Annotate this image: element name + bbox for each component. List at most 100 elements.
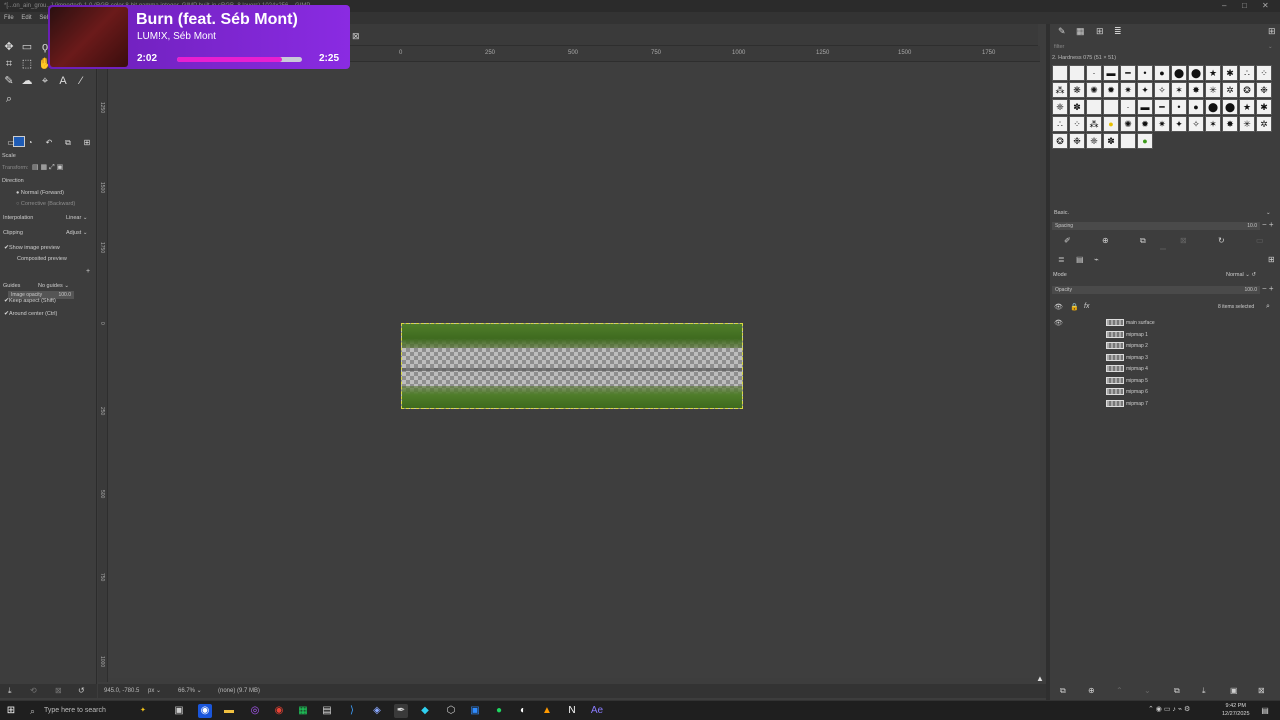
brush-swatch[interactable]: ▬ (1137, 99, 1153, 115)
eye-icon[interactable]: 👁 (1054, 303, 1063, 311)
file-explorer-icon[interactable]: ▬ (222, 704, 236, 718)
save-options-icon[interactable]: ⤓ (8, 686, 12, 696)
restore-icon[interactable]: ⟲ (30, 686, 37, 695)
lock-icon[interactable]: 🔒 (1070, 303, 1079, 311)
brush-swatch[interactable]: ✸ (1222, 116, 1238, 132)
direction-normal-radio[interactable]: ● Normal (Forward) (16, 190, 64, 196)
image-canvas[interactable] (401, 323, 743, 409)
document-history-tab-icon[interactable]: ≣ (1114, 26, 1122, 37)
brush-swatch[interactable]: ▬ (1103, 65, 1119, 81)
patterns-tab-icon[interactable]: ▦ (1076, 26, 1085, 37)
obs-icon[interactable]: ◎ (248, 704, 262, 718)
open-as-image-icon[interactable]: ▭ (1256, 236, 1264, 245)
brush-swatch[interactable]: ● (1188, 99, 1204, 115)
brush-swatch[interactable]: ✧ (1188, 116, 1204, 132)
device-status-tab-icon[interactable]: ◔ (23, 136, 37, 150)
smudge-icon[interactable]: ☁ (20, 74, 34, 88)
delete-icon[interactable]: ⊠ (55, 686, 62, 695)
brush-swatch[interactable]: ✱ (1256, 99, 1272, 115)
tool-options-tab-icon[interactable]: ▭ (4, 136, 18, 150)
brush-swatch[interactable]: ✶ (1205, 116, 1221, 132)
fonts-tab-icon[interactable]: ⊞ (1096, 26, 1104, 37)
minimize-button[interactable]: – (1222, 0, 1226, 12)
direction-corrective-radio[interactable]: ○ Corrective (Backward) (16, 201, 75, 207)
media-overlay[interactable]: Burn (feat. Séb Mont) LUM!X, Séb Mont 2:… (48, 5, 350, 69)
notepad-icon[interactable]: ▤ (320, 704, 334, 718)
raise-layer-icon[interactable]: ⌃ (1116, 686, 1123, 695)
visual-studio-icon[interactable]: ◈ (370, 704, 384, 718)
system-tray[interactable]: ⌃ ◉ ▭ ♪ ⌁ ⚙ (1148, 705, 1190, 713)
undo-history-tab-icon[interactable]: ↶ (42, 136, 56, 150)
brush-swatch[interactable]: ● (1137, 133, 1153, 149)
delete-layer-icon[interactable]: ⊠ (1258, 686, 1265, 695)
brush-swatch[interactable] (1052, 65, 1068, 81)
brush-swatch[interactable]: ★ (1205, 65, 1221, 81)
opacity-slider[interactable]: Opacity 100.0 (1052, 286, 1260, 294)
brush-swatch[interactable] (1086, 99, 1102, 115)
refresh-brushes-icon[interactable]: ↻ (1218, 236, 1225, 245)
zoom-select[interactable]: 66.7% ⌄ (178, 684, 202, 698)
brush-swatch[interactable]: ● (1154, 65, 1170, 81)
lower-layer-icon[interactable]: ⌄ (1144, 686, 1151, 695)
delete-brush-icon[interactable]: ⊠ (1180, 236, 1187, 245)
layer-row[interactable]: mipmap 4 (1106, 364, 1148, 374)
brush-swatch[interactable]: ━ (1120, 65, 1136, 81)
chrome-icon[interactable]: ◉ (272, 704, 286, 718)
images-tab-icon[interactable]: ⧉ (61, 136, 75, 150)
unity-icon[interactable]: ⬡ (444, 704, 458, 718)
brush-swatch[interactable]: ❈ (1086, 133, 1102, 149)
brush-filter-input[interactable]: filter ⌄ (1050, 44, 1280, 54)
app-icon[interactable]: ◆ (418, 704, 432, 718)
navigate-icon[interactable]: ▲ (1036, 674, 1044, 683)
brush-grid[interactable]: · ▬ ━ • ● ⬤ ⬤ ★ ✱ ∴ ⁘ ⁂ ❋ ✺ ✹ ✷ ✦ ✧ ✶ ✸ ✳ ✲ ❂ ❉ ❈ ✽ · ▬ ━ • ● ⬤ ⬤ ★ ✱ ∴ ⁘ ⁂ ● ✺… (1052, 65, 1272, 151)
transform-mode-icons[interactable]: ▤ ▦ ⤢ ▣ (32, 163, 63, 172)
layer-row[interactable]: mipmap 3 (1106, 353, 1148, 363)
zoom-icon[interactable]: ⌕ (2, 92, 16, 106)
gimp-icon[interactable]: ✒ (394, 704, 408, 718)
brush-swatch[interactable]: ✳ (1239, 116, 1255, 132)
after-effects-icon[interactable]: Ae (590, 704, 604, 718)
rect-select-icon[interactable]: ▭ (20, 40, 34, 54)
guides-select[interactable]: No guides ⌄ (38, 283, 69, 289)
brush-swatch[interactable]: ✺ (1120, 116, 1136, 132)
brush-swatch[interactable]: ⬤ (1222, 99, 1238, 115)
eye-icon[interactable]: 👁 (1054, 319, 1063, 327)
brush-swatch[interactable]: ⁂ (1086, 116, 1102, 132)
blender-icon[interactable]: ▲ (540, 704, 554, 718)
layer-row[interactable]: mipmap 1 (1106, 330, 1148, 340)
mode-select[interactable]: Normal ⌄ ↺ (1226, 272, 1256, 278)
brushes-tab-icon[interactable]: ✎ (1058, 26, 1066, 37)
merge-layer-icon[interactable]: ⤓ (1202, 686, 1206, 696)
path-icon[interactable]: ⌖ (38, 74, 52, 88)
new-brush-icon[interactable]: ⊕ (1102, 236, 1109, 245)
layer-row[interactable]: mipmap 7 (1106, 399, 1148, 409)
brush-swatch[interactable]: ✲ (1222, 82, 1238, 98)
crop-icon[interactable]: ⌗ (2, 57, 16, 71)
mask-icon[interactable]: ▣ (1230, 686, 1238, 695)
show-preview-checkbox[interactable]: ✔Show image preview (4, 244, 60, 251)
slider-plus-icon[interactable]: + (86, 268, 90, 275)
app-circle-icon[interactable]: ◐ (516, 704, 530, 718)
brush-swatch[interactable]: ✷ (1120, 82, 1136, 98)
search-icon[interactable]: ⌕ (1266, 303, 1270, 311)
close-button[interactable]: ✕ (1262, 0, 1269, 12)
transform-icon[interactable]: ⬚ (20, 57, 34, 71)
layer-row[interactable]: mipmap 5 (1106, 376, 1148, 386)
remote-desktop-icon[interactable]: ▣ (468, 704, 482, 718)
duplicate-layer-icon[interactable]: ⧉ (1174, 686, 1180, 696)
brush-swatch[interactable]: ✲ (1256, 116, 1272, 132)
spotify-icon[interactable]: ● (492, 704, 506, 718)
brush-swatch[interactable]: ✱ (1222, 65, 1238, 81)
color-picker-icon[interactable]: ⁄ (74, 74, 88, 88)
interpolation-select[interactable]: Linear ⌄ (66, 215, 87, 221)
reset-icon[interactable]: ↺ (78, 686, 85, 695)
opacity-plus-minus-icon[interactable]: − + (1262, 284, 1274, 293)
brush-swatch[interactable]: ❂ (1052, 133, 1068, 149)
chrome-app-icon[interactable]: ◉ (198, 704, 212, 718)
brush-swatch[interactable]: ❉ (1069, 133, 1085, 149)
paint-icon[interactable]: ✎ (2, 74, 16, 88)
brush-swatch[interactable] (1103, 99, 1119, 115)
brush-swatch[interactable]: ❉ (1256, 82, 1272, 98)
brush-swatch[interactable]: · (1120, 99, 1136, 115)
brush-swatch[interactable]: ∴ (1052, 116, 1068, 132)
